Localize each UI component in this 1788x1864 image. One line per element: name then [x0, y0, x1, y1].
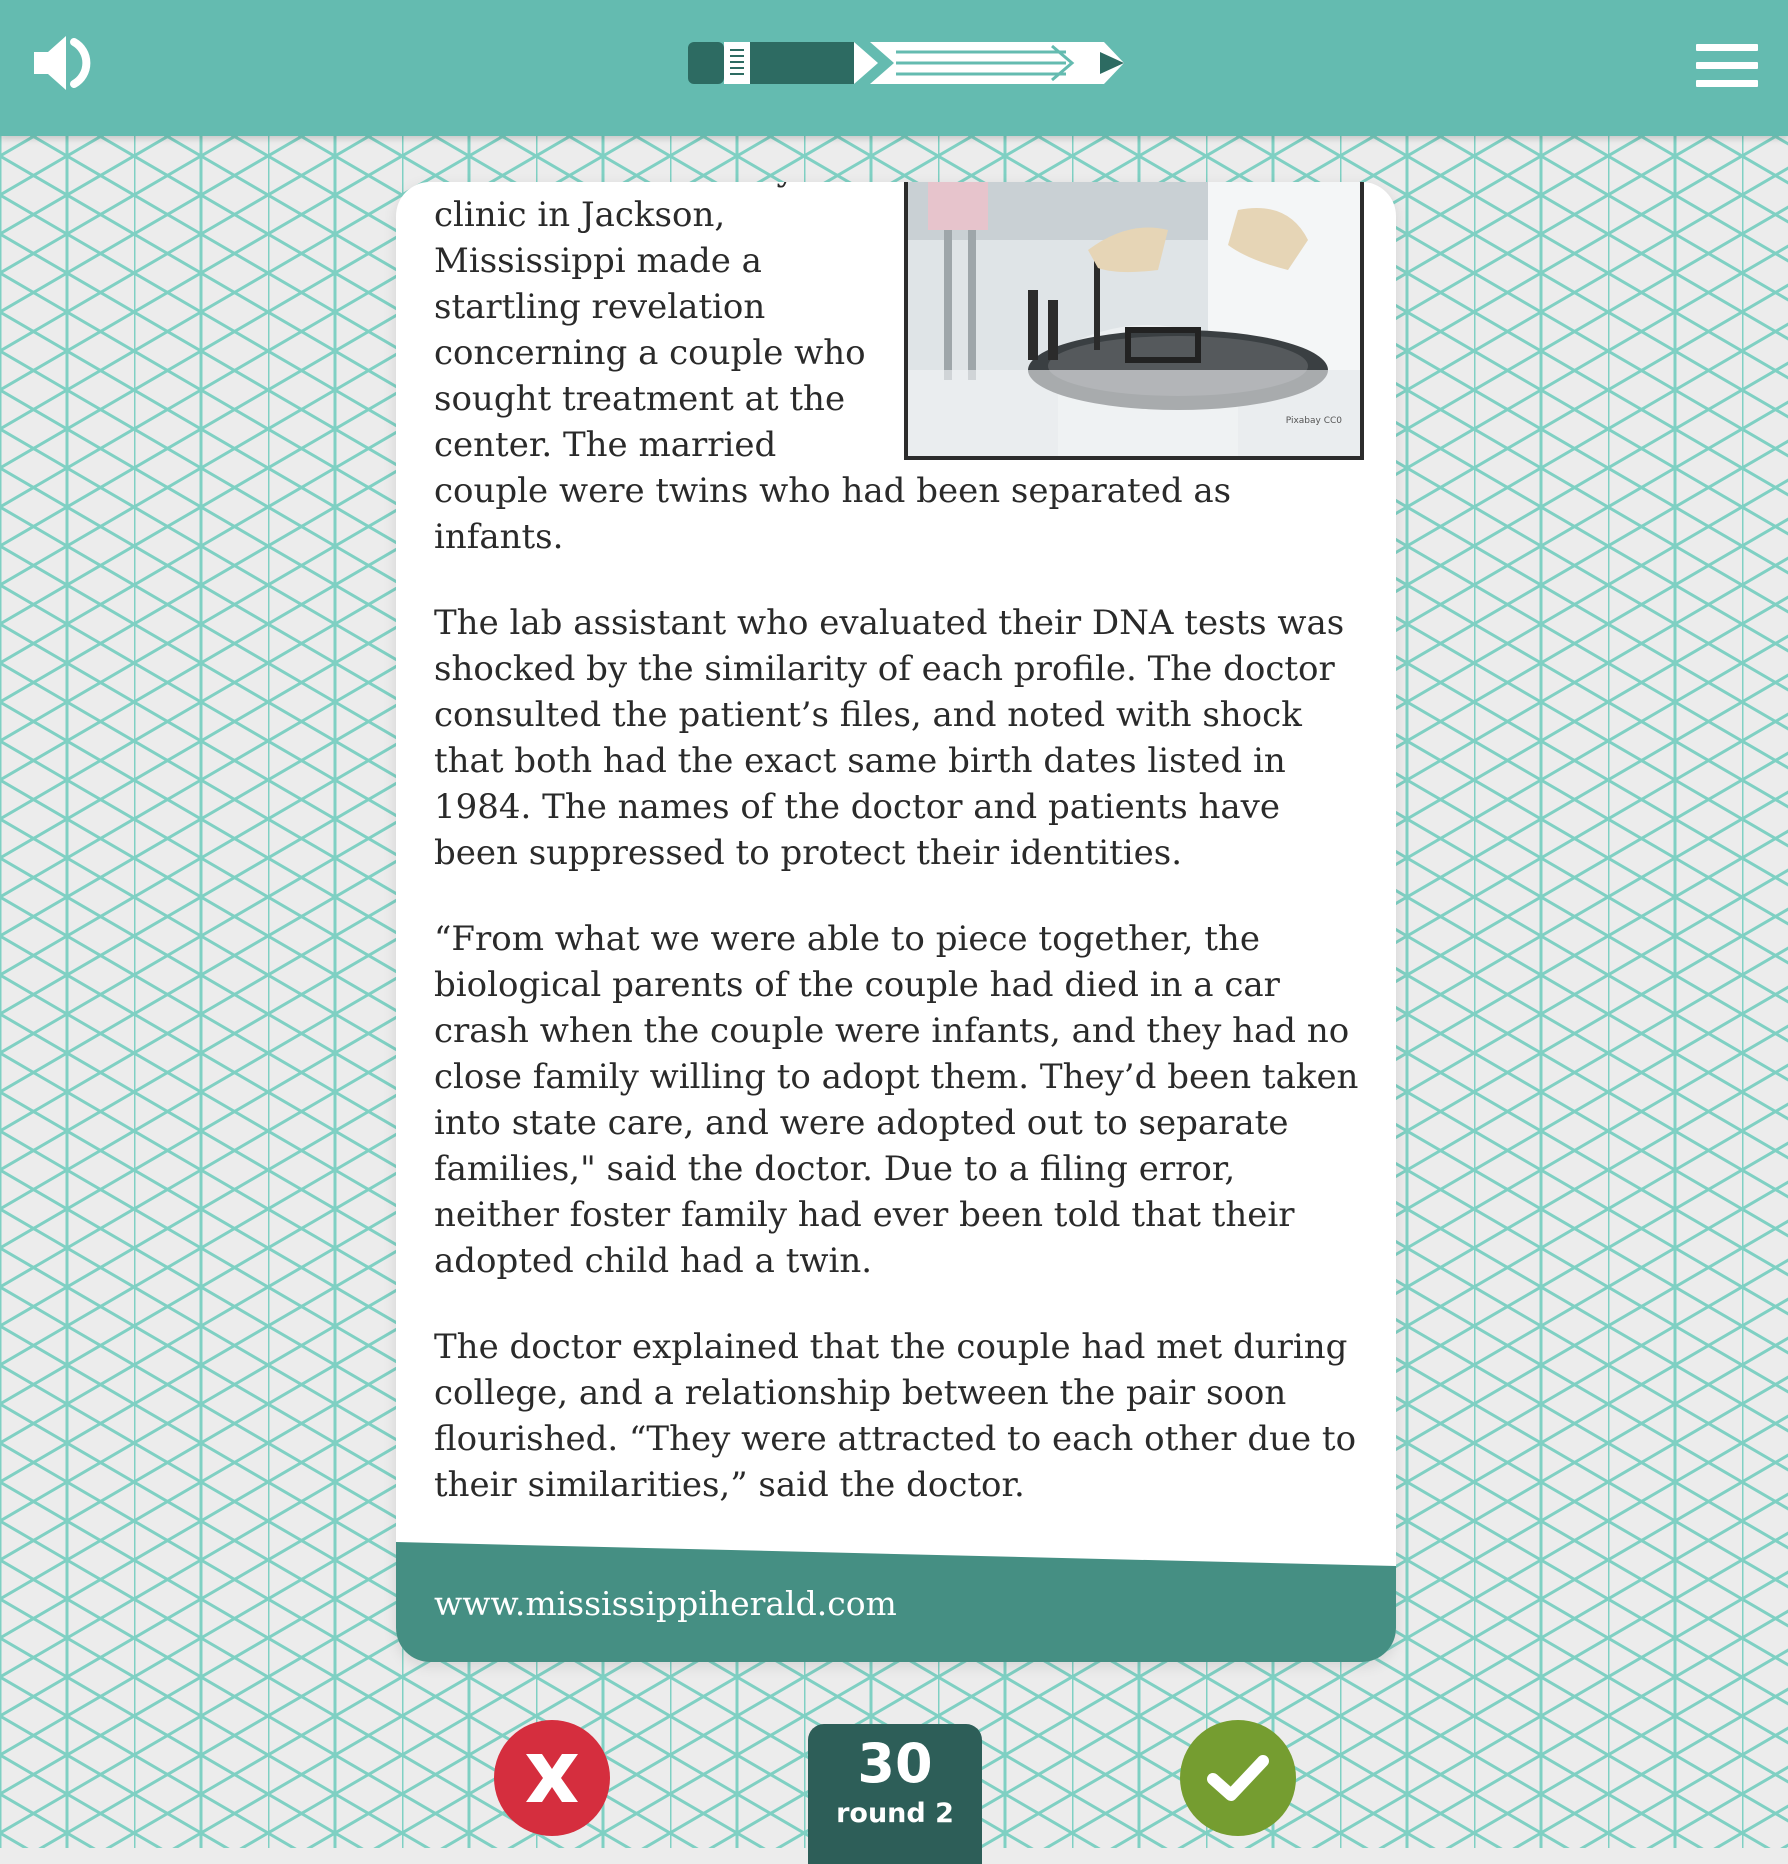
x-icon: [526, 1754, 578, 1802]
article-card: Pixabay CC0 A doctor at a fertility clin…: [396, 182, 1396, 1662]
speaker-icon: [34, 36, 91, 90]
hamburger-menu-line: [1696, 62, 1758, 69]
article-paragraph-2: The lab assistant who evaluated their DN…: [434, 603, 1345, 873]
photo-credit: Pixabay CC0: [1285, 416, 1342, 426]
sound-button[interactable]: [30, 30, 96, 96]
accept-button[interactable]: [1180, 1720, 1296, 1836]
score-panel: 30 round 2: [808, 1724, 982, 1864]
hamburger-menu-icon: [1696, 44, 1758, 51]
checkmark-icon: [1207, 1755, 1269, 1801]
round-label: round 2: [836, 1798, 954, 1829]
lab-photo: Pixabay CC0: [904, 182, 1364, 460]
article-body: Pixabay CC0 A doctor at a fertility clin…: [434, 182, 1364, 1548]
article-paragraph-3: “From what we were able to piece togethe…: [434, 919, 1359, 1281]
hamburger-menu-button[interactable]: [1696, 44, 1758, 88]
pencil-icon: [688, 42, 1124, 84]
article-paragraph-4: The doctor explained that the couple had…: [434, 1327, 1357, 1505]
source-url[interactable]: www.mississippiherald.com: [434, 1584, 897, 1623]
article-paragraph-1: Pixabay CC0 A doctor at a fertility clin…: [434, 182, 1364, 560]
hamburger-menu-line: [1696, 80, 1758, 87]
top-bar: [0, 0, 1788, 136]
score-value: 30: [857, 1732, 933, 1795]
reject-button[interactable]: [494, 1720, 610, 1836]
source-footer: www.mississippiherald.com: [396, 1542, 1396, 1662]
